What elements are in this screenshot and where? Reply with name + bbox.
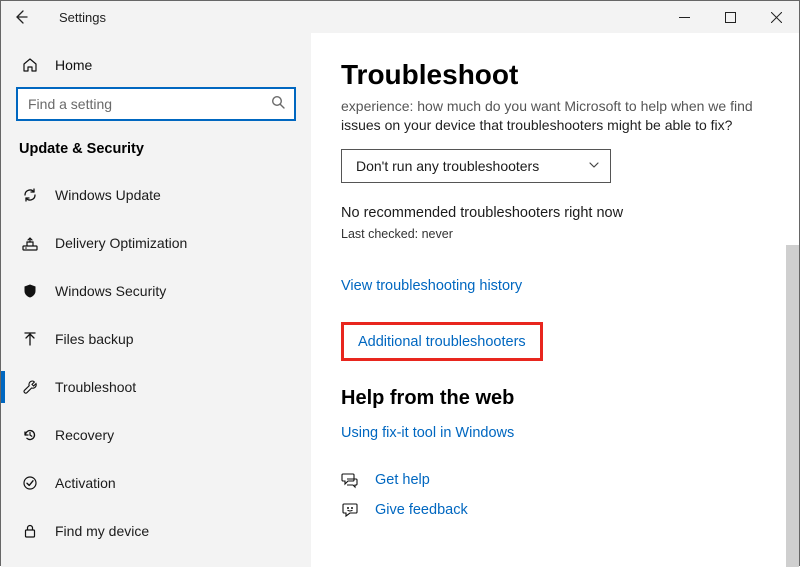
scrollbar[interactable] (786, 245, 799, 567)
search-icon (271, 95, 286, 113)
help-web-link[interactable]: Using fix-it tool in Windows (341, 425, 514, 441)
minimize-button[interactable] (661, 1, 707, 33)
arrow-left-icon (13, 9, 29, 25)
search-input[interactable] (28, 96, 260, 112)
minimize-icon (679, 12, 690, 23)
sidebar-item-files-backup[interactable]: Files backup (1, 315, 311, 363)
sidebar-nav-list: Windows Update Delivery Optimization Windo… (1, 171, 311, 555)
close-icon (771, 12, 782, 23)
get-help-link[interactable]: Get help (341, 471, 769, 489)
sidebar-item-home[interactable]: Home (1, 49, 311, 87)
additional-highlight-box: Additional troubleshooters (341, 322, 543, 361)
maximize-icon (725, 12, 736, 23)
dropdown-selected-label: Don't run any troubleshooters (356, 158, 539, 174)
delivery-icon (19, 235, 41, 251)
arrow-up-icon (19, 331, 41, 347)
close-button[interactable] (753, 1, 799, 33)
page-heading: Troubleshoot (341, 59, 769, 91)
help-heading: Help from the web (341, 387, 769, 410)
chevron-down-icon (588, 158, 600, 174)
check-circle-icon (19, 475, 41, 491)
sidebar-item-windows-security[interactable]: Windows Security (1, 267, 311, 315)
feedback-icon (341, 501, 363, 519)
sidebar-item-label: Delivery Optimization (55, 235, 187, 251)
search-input-wrap[interactable] (16, 87, 296, 121)
sidebar-item-activation[interactable]: Activation (1, 459, 311, 507)
sidebar-home-label: Home (55, 57, 92, 73)
sidebar-item-label: Files backup (55, 331, 134, 347)
sidebar-item-label: Windows Security (55, 283, 166, 299)
sidebar-item-label: Recovery (55, 427, 114, 443)
sidebar-item-troubleshoot[interactable]: Troubleshoot (1, 363, 311, 411)
last-checked-text: Last checked: never (341, 227, 769, 241)
give-feedback-label: Give feedback (375, 502, 468, 518)
maximize-button[interactable] (707, 1, 753, 33)
history-icon (19, 427, 41, 443)
history-link[interactable]: View troubleshooting history (341, 278, 522, 294)
shield-icon (19, 283, 41, 299)
status-text: No recommended troubleshooters right now (341, 205, 769, 221)
troubleshoot-mode-dropdown[interactable]: Don't run any troubleshooters (341, 149, 611, 183)
sidebar-item-find-my-device[interactable]: Find my device (1, 507, 311, 555)
intro-truncated: experience: how much do you want Microso… (341, 97, 769, 116)
sidebar-item-label: Activation (55, 475, 116, 491)
chat-icon (341, 471, 363, 489)
sidebar-item-recovery[interactable]: Recovery (1, 411, 311, 459)
wrench-icon (19, 379, 41, 395)
sidebar-category: Update & Security (1, 141, 311, 171)
sidebar-item-delivery-optimization[interactable]: Delivery Optimization (1, 219, 311, 267)
home-icon (19, 57, 41, 73)
lock-icon (19, 523, 41, 539)
sidebar-item-label: Find my device (55, 523, 149, 539)
sync-icon (19, 187, 41, 203)
additional-troubleshooters-link[interactable]: Additional troubleshooters (358, 334, 526, 350)
sidebar: Home Update & Security Windows Update Del… (1, 33, 311, 567)
give-feedback-link[interactable]: Give feedback (341, 501, 769, 519)
sidebar-item-windows-update[interactable]: Windows Update (1, 171, 311, 219)
sidebar-item-label: Troubleshoot (55, 379, 136, 395)
intro-line: issues on your device that troubleshoote… (341, 116, 769, 135)
title-bar: Settings (1, 1, 799, 33)
content-pane: Troubleshoot experience: how much do you… (311, 33, 799, 567)
back-button[interactable] (1, 1, 41, 33)
get-help-label: Get help (375, 472, 430, 488)
sidebar-item-label: Windows Update (55, 187, 161, 203)
window-title: Settings (59, 10, 106, 25)
